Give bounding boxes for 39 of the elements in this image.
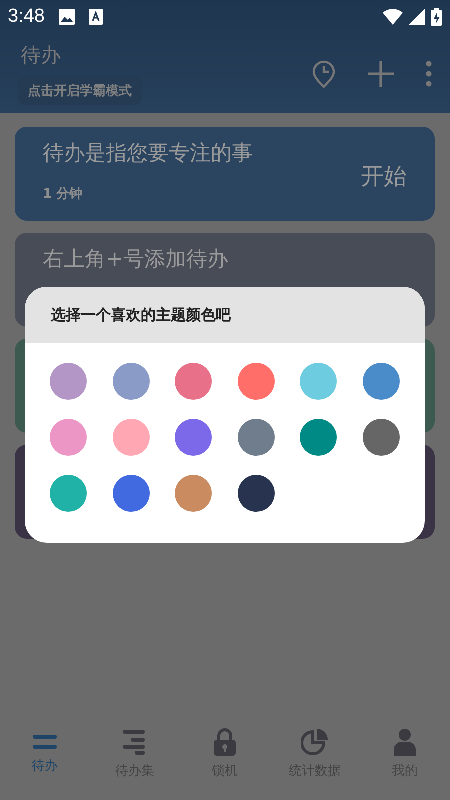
- color-swatch[interactable]: [175, 363, 212, 400]
- more-icon[interactable]: [426, 60, 432, 86]
- list-icon: [123, 728, 147, 756]
- color-swatch[interactable]: [50, 419, 87, 456]
- start-button[interactable]: 开始: [361, 160, 407, 192]
- color-swatch[interactable]: [362, 363, 400, 400]
- color-swatch[interactable]: [175, 475, 212, 512]
- signal-icon: [409, 9, 425, 25]
- dialog-title: 选择一个喜欢的主题颜色吧: [25, 287, 425, 343]
- menu-icon: [33, 733, 57, 751]
- clock-pin-icon[interactable]: [312, 60, 336, 88]
- focus-mode-button[interactable]: 点击开启学霸模式: [18, 77, 142, 105]
- task-card[interactable]: 待办是指您要专注的事 1 分钟 开始: [15, 127, 435, 221]
- image-icon: [58, 9, 75, 25]
- color-swatch[interactable]: [238, 475, 275, 512]
- keyboard-letter-icon: [88, 9, 103, 25]
- task-title: 右上角+号添加待办: [43, 246, 230, 273]
- color-swatch[interactable]: [300, 363, 338, 400]
- color-swatch[interactable]: [50, 363, 87, 400]
- color-swatch[interactable]: [112, 475, 150, 512]
- task-duration: 1 分钟: [43, 186, 84, 203]
- person-icon: [393, 728, 417, 756]
- add-icon[interactable]: [368, 60, 394, 86]
- wifi-icon: [383, 9, 403, 25]
- task-title: 待办是指您要专注的事: [43, 140, 254, 167]
- color-swatch[interactable]: [362, 419, 400, 456]
- status-time: 3:48: [8, 6, 45, 28]
- nav-tab[interactable]: 待办: [32, 757, 58, 775]
- color-swatch[interactable]: [300, 419, 338, 456]
- color-swatch[interactable]: [238, 419, 275, 456]
- lock-icon: [213, 728, 237, 756]
- color-swatch[interactable]: [112, 419, 150, 456]
- color-swatch[interactable]: [175, 419, 212, 456]
- color-swatch[interactable]: [50, 475, 87, 512]
- pie-chart-icon: [301, 728, 329, 756]
- color-swatch[interactable]: [238, 363, 275, 400]
- app-title: 待办: [20, 42, 62, 69]
- battery-icon: [431, 8, 442, 26]
- color-swatch[interactable]: [112, 363, 150, 400]
